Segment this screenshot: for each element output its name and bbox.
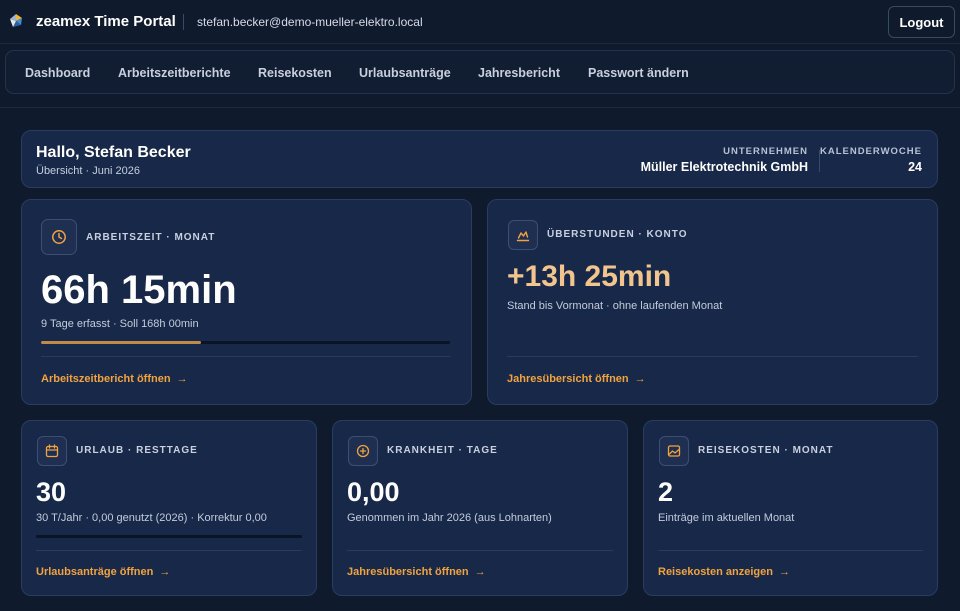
- greeting-card: Hallo, Stefan Becker Übersicht · Juni 20…: [21, 130, 938, 188]
- jahresuebersicht-link[interactable]: Jahresübersicht öffnen →: [507, 373, 646, 385]
- header-divider: [183, 14, 184, 30]
- user-email: stefan.becker@demo-mueller-elektro.local: [197, 15, 423, 29]
- reisekosten-anzeigen-link-label: Reisekosten anzeigen: [658, 566, 773, 578]
- jahresuebersicht-link-label: Jahresübersicht öffnen: [507, 373, 629, 385]
- week-number: 24: [908, 160, 922, 174]
- company-name: Müller Elektrotechnik GmbH: [640, 160, 808, 174]
- calendar-icon: [45, 444, 59, 458]
- arbeitszeit-sub: 9 Tage erfasst · Soll 168h 00min: [41, 318, 199, 330]
- ueberstunden-card: ÜBERSTUNDEN · KONTO +13h 25min Stand bis…: [487, 199, 938, 405]
- chart-icon: [516, 231, 530, 242]
- arrow-right-icon: →: [778, 566, 790, 578]
- clock-icon: [52, 230, 66, 244]
- urlaubsantraege-link-label: Urlaubsanträge öffnen: [36, 566, 154, 578]
- urlaub-label: URLAUB · RESTTAGE: [76, 445, 198, 456]
- arbeitszeit-card: ARBEITSZEIT · MONAT 66h 15min 9 Tage erf…: [21, 199, 472, 405]
- logout-button[interactable]: Logout: [888, 6, 955, 38]
- urlaub-progress: [36, 535, 302, 538]
- arbeitszeitbericht-link-label: Arbeitszeitbericht öffnen: [41, 373, 171, 385]
- greeting-title: Hallo, Stefan Becker: [36, 144, 191, 161]
- card-divider: [36, 550, 302, 551]
- card-divider: [347, 550, 613, 551]
- arrow-right-icon: →: [634, 373, 646, 385]
- urlaub-sub: 30 T/Jahr · 0,00 genutzt (2026) · Korrek…: [36, 512, 267, 524]
- urlaub-value: 30: [36, 477, 67, 507]
- krankheit-card: KRANKHEIT · TAGE 0,00 Genommen im Jahr 2…: [332, 420, 628, 596]
- nav-item-reisekosten[interactable]: Reisekosten: [258, 66, 332, 80]
- urlaubsantraege-link[interactable]: Urlaubsanträge öffnen →: [36, 566, 170, 578]
- reisekosten-anzeigen-link[interactable]: Reisekosten anzeigen →: [658, 566, 790, 578]
- krankheit-jahresuebersicht-link-label: Jahresübersicht öffnen: [347, 566, 469, 578]
- nav-item-arbeitszeitberichte[interactable]: Arbeitszeitberichte: [118, 66, 231, 80]
- reisekosten-card: REISEKOSTEN · MONAT 2 Einträge im aktuel…: [643, 420, 938, 596]
- arbeitszeit-label: ARBEITSZEIT · MONAT: [86, 232, 216, 243]
- nav-item-dashboard[interactable]: Dashboard: [25, 66, 90, 80]
- reisekosten-value: 2: [658, 477, 674, 507]
- app-logo-icon: [10, 14, 22, 27]
- krankheit-value: 0,00: [347, 477, 400, 507]
- nav-item-jahresbericht[interactable]: Jahresbericht: [478, 66, 560, 80]
- card-divider: [41, 356, 450, 357]
- krankheit-label: KRANKHEIT · TAGE: [387, 445, 498, 456]
- nav-item-passwort-aendern[interactable]: Passwort ändern: [588, 66, 689, 80]
- top-bar: zeamex Time Portal stefan.becker@demo-mu…: [0, 0, 960, 44]
- clock-icon-box: [41, 219, 77, 255]
- krankheit-jahresuebersicht-link[interactable]: Jahresübersicht öffnen →: [347, 566, 486, 578]
- arbeitszeit-progress-fill: [41, 341, 201, 344]
- greeting-subtitle: Übersicht · Juni 2026: [36, 165, 140, 177]
- card-divider: [507, 356, 918, 357]
- ueberstunden-value: +13h 25min: [507, 260, 672, 293]
- nav-item-urlaubsantraege[interactable]: Urlaubsanträge: [359, 66, 451, 80]
- arbeitszeit-value: 66h 15min: [41, 268, 237, 312]
- chart-icon-box: [508, 220, 538, 250]
- arrow-right-icon: →: [159, 566, 171, 578]
- week-label: KALENDERWOCHE: [819, 146, 922, 157]
- app-title: zeamex Time Portal: [36, 13, 176, 30]
- card-divider: [658, 550, 923, 551]
- ueberstunden-label: ÜBERSTUNDEN · KONTO: [547, 229, 688, 240]
- reisekosten-sub: Einträge im aktuellen Monat: [658, 512, 795, 524]
- plus-circle-icon: [356, 444, 370, 458]
- plus-circle-icon-box: [348, 436, 378, 466]
- calendar-icon-box: [37, 436, 67, 466]
- arrow-right-icon: →: [474, 566, 486, 578]
- ueberstunden-sub: Stand bis Vormonat · ohne laufenden Mona…: [507, 300, 723, 312]
- reisekosten-label: REISEKOSTEN · MONAT: [698, 445, 834, 456]
- company-label: UNTERNEHMEN: [723, 146, 808, 157]
- arbeitszeitbericht-link[interactable]: Arbeitszeitbericht öffnen →: [41, 373, 188, 385]
- section-divider: [0, 107, 960, 108]
- urlaub-card: URLAUB · RESTTAGE 30 30 T/Jahr · 0,00 ge…: [21, 420, 317, 596]
- main-nav: Dashboard Arbeitszeitberichte Reisekoste…: [5, 50, 955, 94]
- image-icon: [667, 445, 681, 457]
- image-icon-box: [659, 436, 689, 466]
- arrow-right-icon: →: [176, 373, 188, 385]
- arbeitszeit-progress: [41, 341, 450, 344]
- krankheit-sub: Genommen im Jahr 2026 (aus Lohnarten): [347, 512, 552, 524]
